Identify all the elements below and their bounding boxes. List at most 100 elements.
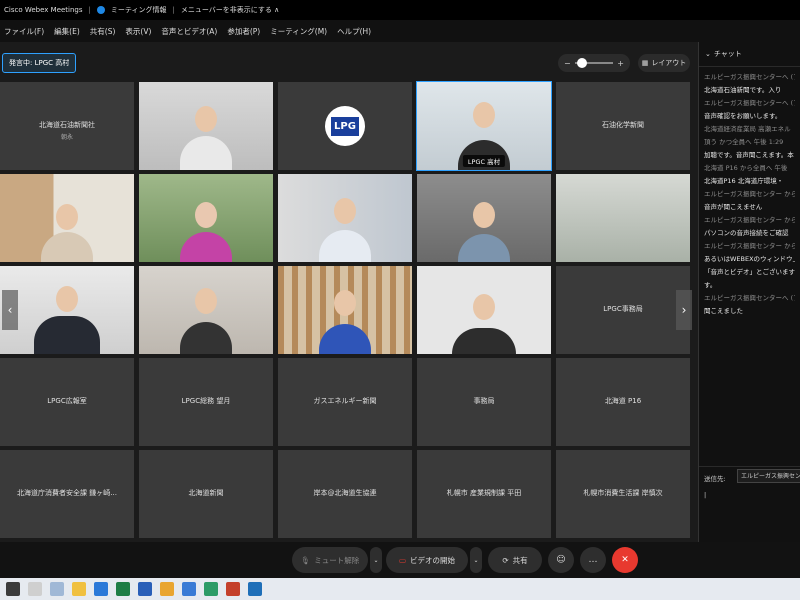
video-tile[interactable]: 石油化学新聞: [556, 82, 690, 170]
video-tile[interactable]: 札幌市消費生活課 岸慎次: [556, 450, 690, 538]
menu-share[interactable]: 共有(S): [90, 26, 116, 37]
participant-name: 札幌市消費生活課 岸慎次: [583, 489, 663, 497]
start-video-button[interactable]: ▭ ビデオの開始: [386, 547, 468, 573]
participant-subname: 朝永: [60, 134, 73, 141]
menu-help[interactable]: ヘルプ(H): [337, 26, 371, 37]
meeting-controls: 🎙 ミュート解除 ⌄ ▭ ビデオの開始 ⌄ ⟳ 共有 ☺ … ✕: [0, 542, 800, 578]
lpg-logo: LPG: [325, 106, 365, 146]
share-icon: ⟳: [502, 555, 509, 565]
search-icon[interactable]: [28, 582, 42, 596]
video-tile[interactable]: [0, 266, 134, 354]
webex-icon[interactable]: [248, 582, 262, 596]
video-tile[interactable]: LPGC事務局: [556, 266, 690, 354]
explorer-icon[interactable]: [72, 582, 86, 596]
video-tile[interactable]: 北海道庁消費者安全課 鎌ヶ崎...: [0, 450, 134, 538]
browser-icon[interactable]: [226, 582, 240, 596]
chevron-down-icon[interactable]: ⌄: [705, 50, 711, 58]
video-tile[interactable]: [139, 82, 273, 170]
video-tile[interactable]: [278, 266, 412, 354]
participant-name: 北海道石油新聞社: [39, 121, 95, 129]
start-icon[interactable]: [6, 582, 20, 596]
video-tile[interactable]: [556, 174, 690, 262]
title-separator: |: [88, 6, 91, 14]
video-tile-active-speaker[interactable]: LPGC 高村: [416, 81, 552, 171]
share-label: 共有: [512, 555, 528, 565]
participant-avatar: [195, 202, 217, 228]
participant-name: 石油化学新聞: [602, 121, 644, 129]
chat-message-meta: 頂う かつ全員へ 午後 1:29: [704, 138, 784, 146]
edge-icon[interactable]: [204, 582, 218, 596]
leave-meeting-button[interactable]: ✕: [612, 547, 638, 573]
menu-bar: ファイル(F) 編集(E) 共有(S) 表示(V) 音声とビデオ(A) 参加者(…: [0, 20, 800, 42]
participant-name: 札幌市 産業規制課 平田: [446, 489, 522, 497]
video-tile[interactable]: 札幌市 産業規制課 平田: [417, 450, 551, 538]
video-tile[interactable]: [139, 174, 273, 262]
zoom-knob[interactable]: [576, 58, 587, 68]
share-button[interactable]: ⟳ 共有: [488, 547, 542, 573]
send-to-label: 送信先:: [704, 475, 726, 483]
video-options-chevron[interactable]: ⌄: [470, 547, 482, 573]
chat-message-meta: エルピーガス振興センターへ (プ: [704, 294, 795, 302]
chat-message-meta: エルピーガス振興センターへ (プ: [704, 73, 795, 81]
folder-icon[interactable]: [160, 582, 174, 596]
participant-avatar: [473, 202, 495, 228]
microphone-icon: 🎙: [300, 555, 311, 565]
video-tile[interactable]: [417, 266, 551, 354]
task-view-icon[interactable]: [50, 582, 64, 596]
participant-name: LPGC事務局: [603, 305, 643, 313]
video-tile[interactable]: LPGC広報室: [0, 358, 134, 446]
send-to-select[interactable]: エルピーガス振興セン: [737, 469, 800, 483]
video-tile[interactable]: 事務局: [417, 358, 551, 446]
menu-edit[interactable]: 編集(E): [54, 26, 80, 37]
video-tile[interactable]: 岸本@北海道生協連: [278, 450, 412, 538]
logo-text: LPG: [331, 116, 359, 136]
hide-menubar-button[interactable]: メニューバーを非表示にする ∧: [181, 5, 279, 15]
chat-message-body: あるいはWEBEXのウィンドウ上: [704, 255, 795, 263]
zoom-track[interactable]: [574, 58, 614, 68]
video-tile[interactable]: LPG: [278, 82, 412, 170]
video-tile[interactable]: ガスエネルギー新聞: [278, 358, 412, 446]
menu-participants[interactable]: 参加者(P): [227, 26, 260, 37]
video-tile[interactable]: 北海道石油新聞社 朝永: [0, 82, 134, 170]
previous-page-arrow[interactable]: ‹: [2, 290, 18, 330]
reactions-button[interactable]: ☺: [548, 547, 574, 573]
video-tile[interactable]: [0, 174, 134, 262]
video-tile[interactable]: [139, 266, 273, 354]
meeting-info-link[interactable]: ミーティング情報: [111, 5, 167, 15]
app-icon[interactable]: [182, 582, 196, 596]
menu-view[interactable]: 表示(V): [125, 26, 151, 37]
participant-avatar: [56, 286, 78, 312]
title-separator-2: |: [172, 6, 175, 14]
unmute-label: ミュート解除: [314, 555, 360, 565]
video-tile[interactable]: [417, 174, 551, 262]
zoom-in-icon[interactable]: +: [617, 59, 624, 68]
audio-options-chevron[interactable]: ⌄: [370, 547, 382, 573]
chat-message-meta: 北海道 P16 から全員へ 午後: [704, 164, 788, 172]
chat-input[interactable]: |: [704, 491, 796, 521]
video-tile[interactable]: LPGC総務 望月: [139, 358, 273, 446]
participant-avatar: [473, 102, 495, 128]
video-tile[interactable]: 北海道 P16: [556, 358, 690, 446]
mail-icon[interactable]: [94, 582, 108, 596]
chat-message-body: 北海道石油新聞です。入り: [704, 86, 782, 94]
next-page-arrow[interactable]: ›: [676, 290, 692, 330]
menu-file[interactable]: ファイル(F): [4, 26, 44, 37]
layout-icon: ▦: [641, 59, 649, 67]
excel-icon[interactable]: [116, 582, 130, 596]
zoom-slider[interactable]: − +: [558, 54, 630, 72]
chat-message-body: 北海道P16 北海道庁環境・: [704, 177, 784, 185]
windows-taskbar: [0, 578, 800, 600]
word-icon[interactable]: [138, 582, 152, 596]
zoom-out-icon[interactable]: −: [564, 59, 571, 68]
video-tile[interactable]: 北海道新聞: [139, 450, 273, 538]
video-tile[interactable]: [278, 174, 412, 262]
unmute-button[interactable]: 🎙 ミュート解除: [292, 547, 368, 573]
participant-avatar: [195, 106, 217, 132]
conference-room-feed: [556, 174, 690, 262]
menu-audio-video[interactable]: 音声とビデオ(A): [161, 26, 217, 37]
participant-name: 岸本@北海道生協連: [313, 489, 377, 497]
layout-button[interactable]: ▦ レイアウト: [638, 54, 690, 72]
chat-message-meta: エルピーガス振興センターへ (プ: [704, 99, 795, 107]
more-options-button[interactable]: …: [580, 547, 606, 573]
menu-meeting[interactable]: ミーティング(M): [270, 26, 327, 37]
